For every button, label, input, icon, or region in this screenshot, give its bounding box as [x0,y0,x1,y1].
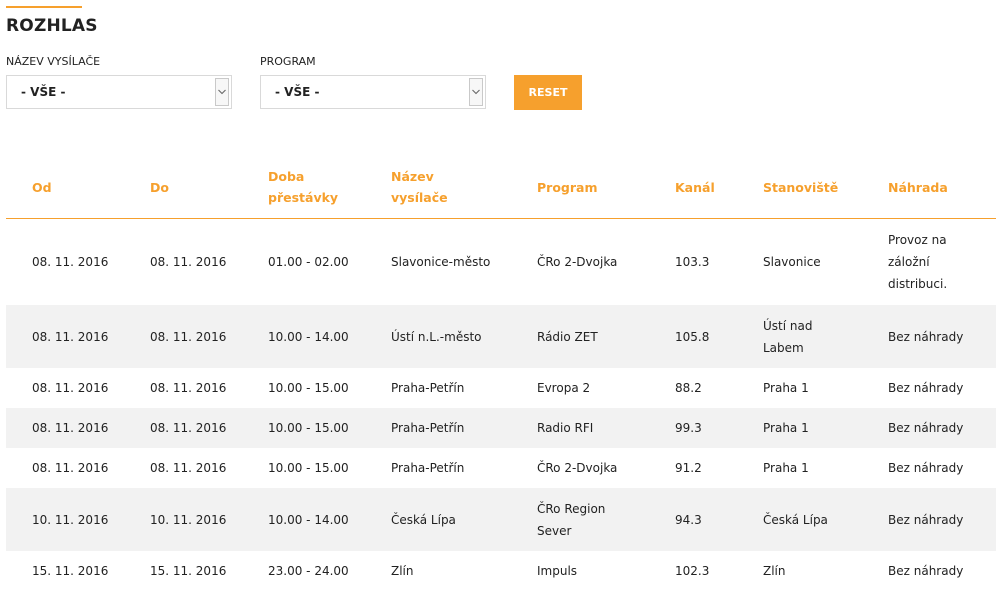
cell-stanoviste: Praha 1 [763,461,809,475]
chevron-down-icon [218,89,226,95]
reset-button[interactable]: RESET [514,75,582,110]
header-doba[interactable]: Doba přestávky [268,156,391,219]
cell-do: 08. 11. 2016 [150,305,268,368]
cell-doba: 10.00 - 14.00 [268,305,391,368]
cell-od: 08. 11. 2016 [32,461,109,475]
cell-stanoviste: Praha 1 [763,408,888,448]
table-row: 10. 11. 2016 10. 11. 2016 10.00 - 14.00 … [6,488,996,551]
outage-table: Od Do Doba přestávky Název vysílače Prog… [6,156,996,589]
cell-nahrada: Bez náhrady [888,564,964,578]
cell-program: Rádio ZET [537,305,675,368]
header-nazev-text: Název vysílače [391,169,448,205]
cell-program: ČRo 2-Dvojka [537,461,618,475]
transmitter-filter-label: NÁZEV VYSÍLAČE [6,55,101,68]
transmitter-select-arrow[interactable] [215,78,229,106]
header-od[interactable]: Od [6,156,150,219]
page-title: ROZHLAS [6,16,98,36]
cell-program: Evropa 2 [537,381,591,395]
cell-do: 08. 11. 2016 [150,381,227,395]
cell-nahrada-text: Provoz na záložní distribuci. [888,233,948,291]
header-kanal[interactable]: Kanál [675,156,763,219]
cell-kanal: 99.3 [675,408,763,448]
cell-doba: 01.00 - 02.00 [268,255,349,269]
cell-nazev: Ústí n.L.-město [391,305,537,368]
cell-od: 08. 11. 2016 [32,381,109,395]
cell-nahrada: Bez náhrady [888,461,964,475]
cell-stanoviste-text: Ústí nad Labem [763,318,813,355]
chevron-down-icon [472,89,480,95]
program-select-value: - VŠE - [275,85,320,99]
cell-stanoviste: Česká Lípa [763,488,888,551]
cell-do: 08. 11. 2016 [150,461,227,475]
cell-kanal: 103.3 [675,255,710,269]
cell-doba: 10.00 - 15.00 [268,461,349,475]
cell-program: ČRo 2-Dvojka [537,255,618,269]
table-header-row: Od Do Doba přestávky Název vysílače Prog… [6,156,996,219]
page: ROZHLAS NÁZEV VYSÍLAČE - VŠE - PROGRAM -… [0,0,1000,589]
cell-kanal: 105.8 [675,305,763,368]
header-stanoviste[interactable]: Stanoviště [763,156,888,219]
cell-nazev: Praha-Petřín [391,381,465,395]
cell-doba: 10.00 - 15.00 [268,408,391,448]
cell-kanal: 88.2 [675,381,702,395]
cell-nazev: Praha-Petřín [391,461,465,475]
cell-program: ČRo Region Sever [537,488,675,551]
cell-do: 08. 11. 2016 [150,255,227,269]
transmitter-select[interactable]: - VŠE - [6,75,232,109]
table-row: 08. 11. 2016 08. 11. 2016 10.00 - 15.00 … [6,408,996,448]
cell-do: 08. 11. 2016 [150,408,268,448]
program-filter-label: PROGRAM [260,55,316,68]
cell-stanoviste: Zlín [763,564,786,578]
cell-kanal: 102.3 [675,564,710,578]
cell-od: 08. 11. 2016 [6,408,150,448]
cell-nazev: Česká Lípa [391,488,537,551]
header-nahrada[interactable]: Náhrada [888,156,996,219]
header-doba-text: Doba přestávky [268,169,339,205]
table-row: 08. 11. 2016 08. 11. 2016 10.00 - 15.00 … [6,368,996,408]
cell-od: 15. 11. 2016 [32,564,109,578]
cell-nazev: Slavonice-město [391,255,491,269]
cell-od: 08. 11. 2016 [32,255,109,269]
cell-nahrada: Bez náhrady [888,381,964,395]
title-accent-bar [6,6,82,8]
header-nazev[interactable]: Název vysílače [391,156,537,219]
cell-do: 15. 11. 2016 [150,564,227,578]
cell-stanoviste: Slavonice [763,255,821,269]
cell-program-text: ČRo Region Sever [537,501,606,538]
cell-kanal: 94.3 [675,488,763,551]
cell-nahrada: Bez náhrady [888,488,996,551]
cell-doba: 10.00 - 14.00 [268,488,391,551]
transmitter-select-value: - VŠE - [21,85,66,99]
cell-od: 10. 11. 2016 [6,488,150,551]
cell-stanoviste: Ústí nad Labem [763,305,888,368]
header-program[interactable]: Program [537,156,675,219]
cell-nahrada: Bez náhrady [888,305,996,368]
header-do[interactable]: Do [150,156,268,219]
cell-nazev: Zlín [391,564,414,578]
cell-nazev: Praha-Petřín [391,408,537,448]
cell-do: 10. 11. 2016 [150,488,268,551]
program-select-arrow[interactable] [469,78,483,106]
cell-nahrada: Provoz na záložní distribuci. [888,219,996,306]
cell-nahrada: Bez náhrady [888,408,996,448]
cell-kanal: 91.2 [675,461,702,475]
program-select[interactable]: - VŠE - [260,75,486,109]
table-row: 08. 11. 2016 08. 11. 2016 10.00 - 15.00 … [6,448,996,488]
cell-program: Impuls [537,564,578,578]
table-row: 08. 11. 2016 08. 11. 2016 01.00 - 02.00 … [6,219,996,306]
cell-od: 08. 11. 2016 [6,305,150,368]
table-row: 08. 11. 2016 08. 11. 2016 10.00 - 14.00 … [6,305,996,368]
table-row: 15. 11. 2016 15. 11. 2016 23.00 - 24.00 … [6,551,996,589]
cell-program: Radio RFI [537,408,675,448]
cell-doba: 10.00 - 15.00 [268,381,349,395]
cell-doba: 23.00 - 24.00 [268,564,349,578]
cell-stanoviste: Praha 1 [763,381,809,395]
